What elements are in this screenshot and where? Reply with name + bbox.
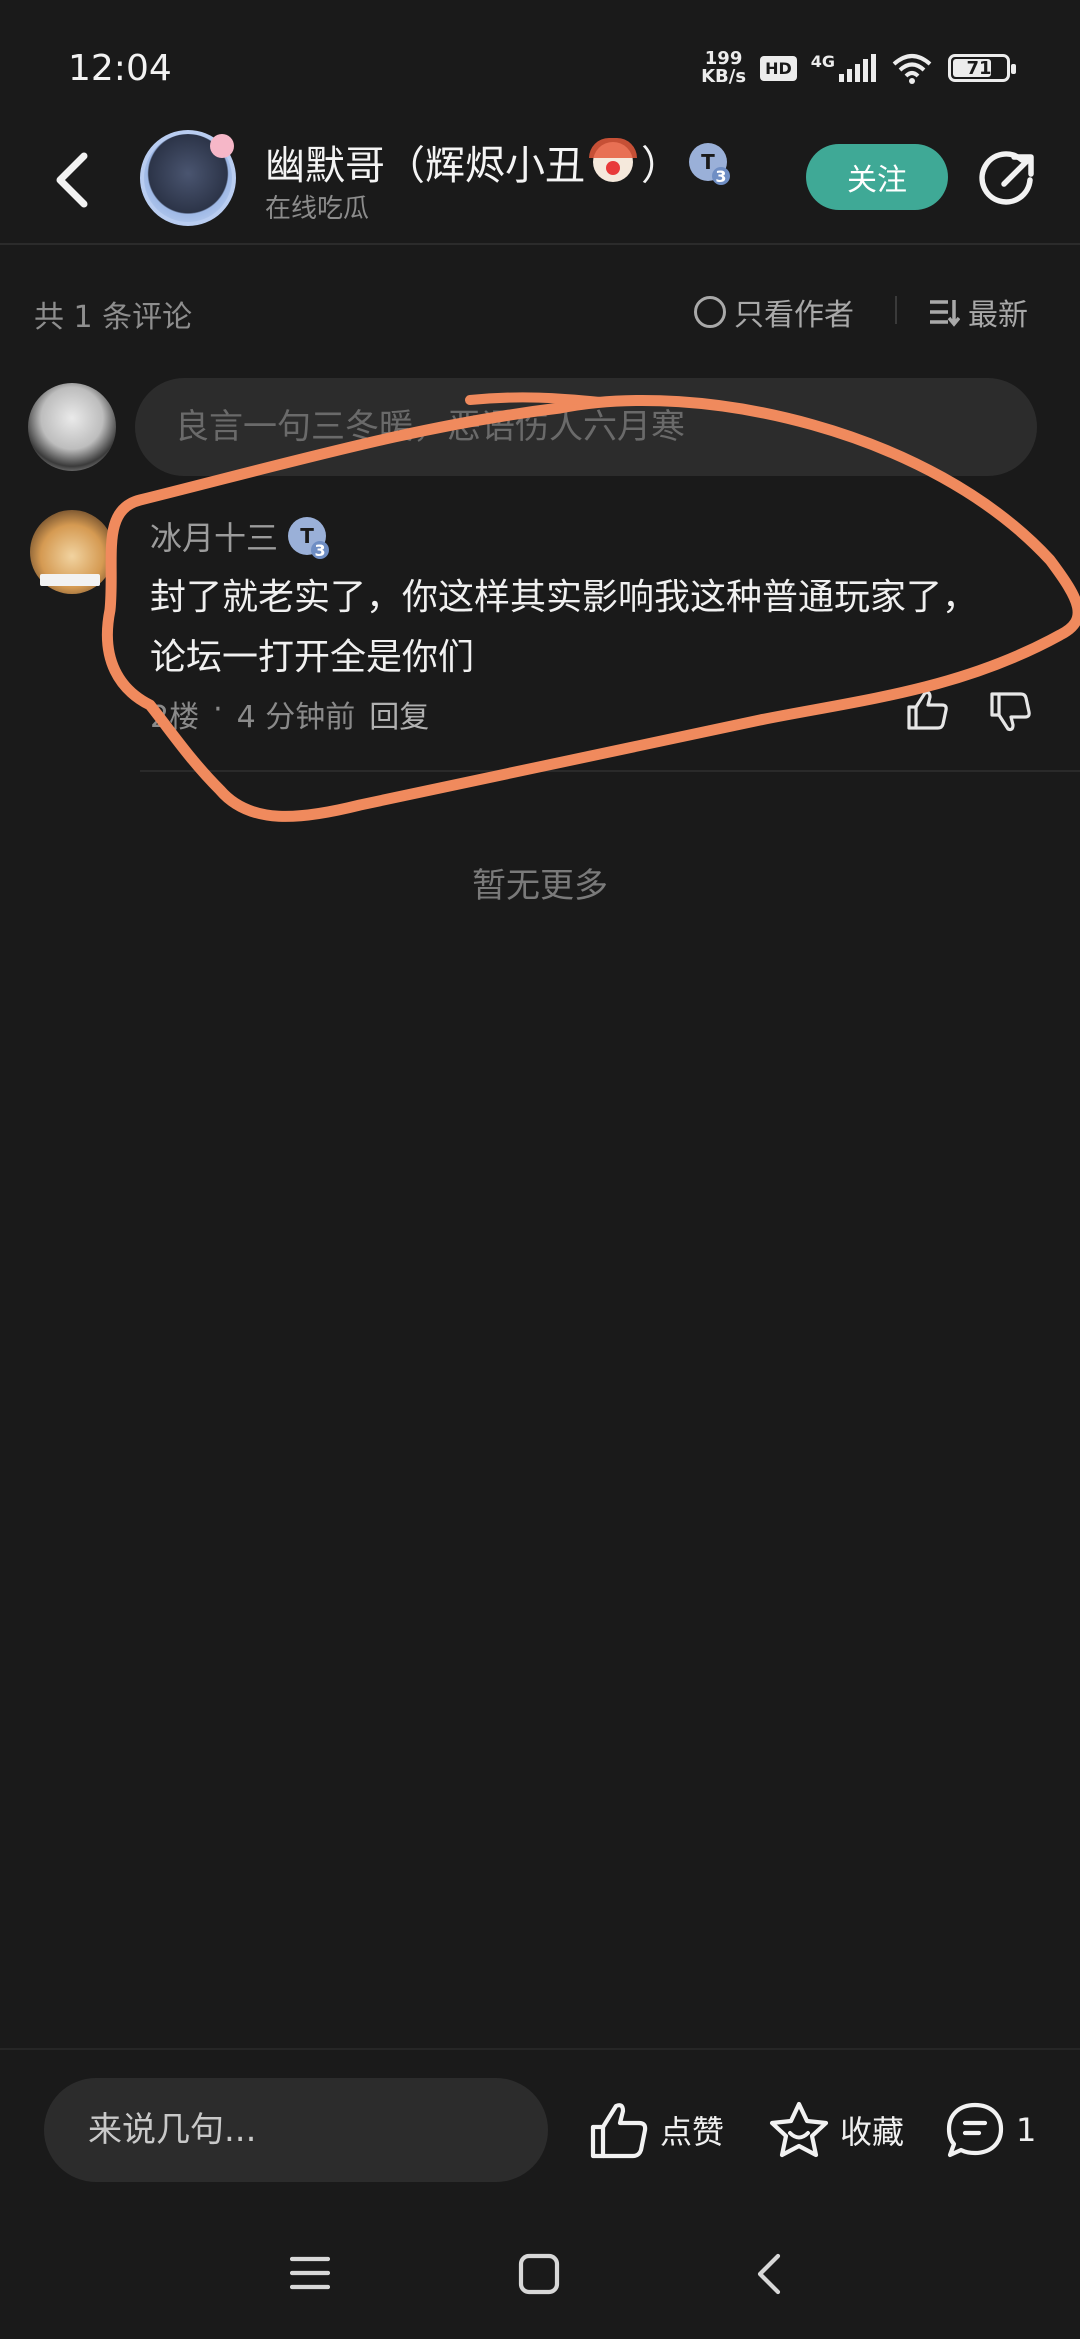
- annotation-circle: [101, 392, 1080, 822]
- thumbs-down-icon[interactable]: [988, 690, 1032, 734]
- net-speed-unit: KB/s: [701, 66, 747, 87]
- level-badge-icon: T 3: [288, 517, 330, 560]
- comment-author-avatar[interactable]: [30, 510, 114, 594]
- comment-count: 共 1 条评论: [34, 300, 193, 335]
- status-time: 12:04: [68, 48, 172, 89]
- comment-floor: 2楼: [150, 700, 200, 735]
- header-divider: [0, 243, 1080, 245]
- comment-bubble-icon: [946, 2102, 1004, 2158]
- home-icon[interactable]: [518, 2253, 560, 2295]
- comment-time: 4 分钟前: [236, 700, 356, 735]
- battery-level: 71: [966, 57, 992, 79]
- thumbs-up-icon[interactable]: [905, 688, 949, 732]
- sort-latest-label: 最新: [968, 298, 1028, 333]
- nav-back-icon[interactable]: [752, 2252, 786, 2296]
- bottom-divider: [0, 2048, 1080, 2050]
- clown-emoji-icon: [589, 138, 637, 182]
- favorite-label: 收藏: [840, 2113, 905, 2151]
- like-label: 点赞: [660, 2113, 725, 2151]
- meta-dot: ·: [213, 692, 223, 727]
- level-badge-icon: T 3: [689, 143, 730, 186]
- header-user-name[interactable]: 幽默哥（辉烬小丑 ） T 3: [265, 133, 730, 191]
- battery-icon: 71: [948, 54, 1016, 82]
- only-author-label: 只看作者: [734, 298, 854, 333]
- comment-meta: 2楼 · 4 分钟前 回复: [150, 692, 429, 736]
- user-subtitle: 在线吃瓜: [265, 194, 370, 224]
- comment-author[interactable]: 冰月十三 T 3: [150, 513, 330, 560]
- like-button[interactable]: 点赞: [588, 2100, 724, 2160]
- status-indicators: 199 KB/s HD 4G 71: [701, 50, 1016, 86]
- user-name-suffix: ）: [641, 143, 681, 189]
- only-author-toggle[interactable]: 只看作者: [694, 290, 854, 334]
- level-badge-number: 3: [311, 541, 330, 560]
- sort-icon: [930, 300, 960, 327]
- signal-icon: 4G: [811, 54, 876, 82]
- comment-input[interactable]: [44, 2078, 548, 2182]
- favorite-button[interactable]: 收藏: [768, 2100, 904, 2160]
- radio-icon: [694, 296, 726, 328]
- comment-reply-button[interactable]: 回复: [369, 692, 429, 736]
- user-name-text: 幽默哥（辉烬小丑: [265, 143, 585, 189]
- like-icon: [590, 2103, 648, 2159]
- follow-button[interactable]: 关注: [806, 144, 948, 210]
- comment-divider: [140, 770, 1080, 772]
- net-speed: 199 KB/s: [701, 50, 746, 86]
- network-type: 4G: [810, 52, 835, 71]
- sort-latest-button[interactable]: 最新: [928, 290, 1028, 334]
- my-avatar: [28, 383, 116, 471]
- level-badge-number: 3: [712, 167, 730, 186]
- wifi-icon: [892, 54, 932, 84]
- no-more-label: 暂无更多: [472, 866, 608, 906]
- comments-button[interactable]: 1: [944, 2100, 1036, 2160]
- user-avatar[interactable]: [140, 130, 236, 226]
- star-icon: [769, 2101, 829, 2158]
- back-icon[interactable]: [50, 148, 94, 212]
- comment-text: 封了就老实了，你这样其实影响我这种普通玩家了，论坛一打开全是你们: [150, 577, 979, 678]
- hd-icon: HD: [760, 55, 797, 81]
- reply-input[interactable]: [135, 378, 1037, 476]
- comment-author-name: 冰月十三: [150, 519, 279, 557]
- menu-icon[interactable]: [290, 2255, 330, 2291]
- comment-count-label: 1: [1016, 2111, 1037, 2149]
- filter-separator: [895, 296, 897, 324]
- share-icon[interactable]: [978, 150, 1038, 210]
